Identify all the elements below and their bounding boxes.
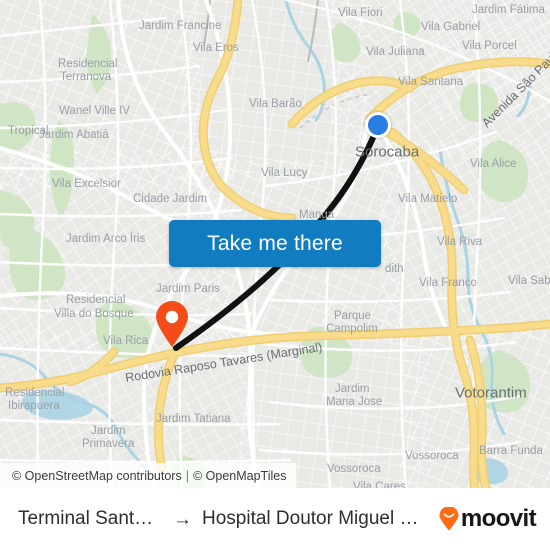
route-footer: Terminal Santo A... → Hospital Doutor Mi… — [0, 488, 550, 550]
map-place-label: Vila Sab — [508, 275, 550, 287]
map-place-label: Jardim — [335, 383, 370, 395]
map-place-label: Vila Gabriel — [421, 21, 480, 33]
map-place-label: Residencial — [66, 294, 125, 306]
map-place-label: Jardim Arco Íris — [66, 232, 145, 245]
map-place-label: Vila Franco — [419, 277, 477, 289]
map-place-label: Jardim Fátima — [472, 4, 545, 16]
moovit-logo[interactable]: moovit — [438, 505, 537, 533]
origin-station-name[interactable]: Terminal Santo A... — [18, 508, 163, 530]
map-place-label: Vossoroca — [327, 463, 381, 475]
moovit-pin-icon — [439, 507, 459, 531]
openmaptiles-attribution-link[interactable]: © OpenMapTiles — [193, 469, 287, 483]
map-place-label: Terranova — [60, 71, 112, 83]
map-place-label: Jardim Abatiá — [39, 129, 109, 141]
map-place-label: Ibirapuera — [8, 400, 60, 412]
map-place-label: Vossoroca — [405, 450, 459, 462]
map-place-label: Campolim — [326, 323, 378, 335]
map-place-label: Vila Riva — [437, 236, 483, 248]
map-place-label: Wanel Ville IV — [59, 105, 130, 117]
map-place-label: Primavera — [82, 438, 135, 450]
map-place-label: Vila Alice — [470, 158, 516, 170]
map-place-label: Vila Santana — [398, 76, 464, 88]
map-place-label: Residencial — [5, 387, 64, 399]
attribution-separator: | — [185, 468, 189, 483]
map-place-label: Vila Fiori — [338, 7, 383, 19]
destination-station-name[interactable]: Hospital Doutor Miguel Villa N... — [202, 508, 430, 530]
map-place-label: Vila Rica — [103, 335, 149, 347]
osm-attribution-link[interactable]: © OpenStreetMap contributors — [12, 469, 182, 483]
map-canvas[interactable]: Jardim Francine Vila Eros Vila Fiori Vila G… — [0, 0, 550, 488]
moovit-route-preview: Jardim Francine Vila Eros Vila Fiori Vila G… — [0, 0, 550, 550]
map-place-label: Maria Jose — [326, 396, 382, 408]
map-place-label: Vila Porcel — [462, 40, 517, 52]
origin-location-dot[interactable] — [365, 112, 391, 138]
map-place-label: Jardim Paris — [156, 283, 220, 295]
map-place-label: Cidade Jardim — [133, 193, 207, 205]
map-place-label: Jardim Tatiana — [156, 413, 231, 425]
map-place-label: Votorantim — [455, 384, 527, 401]
moovit-wordmark: moovit — [460, 505, 537, 532]
route-endpoints: Terminal Santo A... → Hospital Doutor Mi… — [18, 508, 430, 530]
map-place-label: Vila Juliana — [366, 46, 425, 58]
map-place-label: Barra Funda — [479, 445, 544, 457]
arrow-right-icon: → — [173, 508, 192, 530]
map-place-label: Vila Lucy — [261, 167, 308, 179]
map-place-label: Villa do Bosque — [54, 308, 134, 320]
take-me-there-button[interactable]: Take me there — [169, 220, 381, 267]
map-place-label: dith — [385, 263, 404, 275]
destination-map-pin[interactable] — [154, 300, 190, 353]
map-place-label: Jardim Francine — [139, 20, 221, 32]
map-place-label: Jardim — [91, 425, 126, 437]
map-attribution: © OpenStreetMap contributors | © OpenMap… — [0, 463, 297, 488]
map-place-label: Vila Barão — [249, 98, 302, 110]
map-place-label: Parque — [334, 310, 371, 322]
map-place-label: Vila Excelsior — [52, 178, 121, 190]
map-place-label: Vila Cares — [353, 481, 406, 488]
map-place-label: Residencial — [58, 58, 117, 70]
map-place-label: Sorocaba — [355, 143, 420, 160]
map-place-label: Vila Eros — [193, 42, 239, 54]
map-place-label: Vila Matielo — [398, 193, 457, 205]
